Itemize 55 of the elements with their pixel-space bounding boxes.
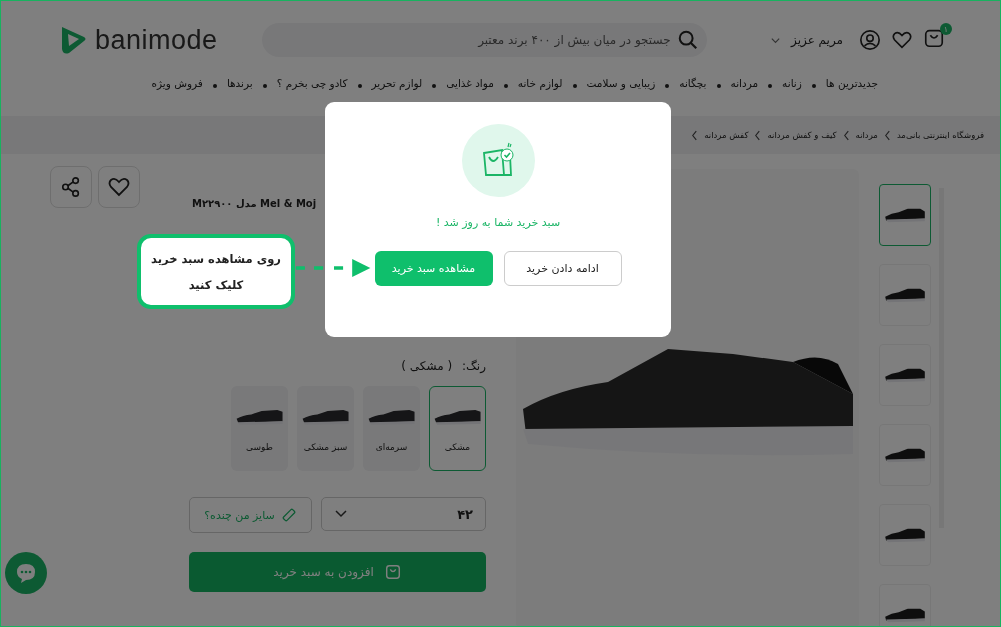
size-select[interactable]: ۴۲ [321, 497, 486, 531]
user-icon[interactable] [859, 29, 881, 51]
instruction-callout: روی مشاهده سبد خرید کلیک کنید [137, 234, 295, 309]
continue-shopping-button[interactable]: ادامه دادن خرید [503, 251, 622, 286]
search-field[interactable]: جستجو در میان بیش از ۴۰۰ برند معتبر [261, 23, 707, 57]
user-menu[interactable]: مریم عزیز [770, 33, 843, 47]
nav-link[interactable]: کادو چی بخرم ؟ [276, 77, 348, 89]
color-value: ( مشکی ) [401, 359, 453, 373]
heart-icon[interactable] [891, 29, 913, 51]
product-title: Mel & Moj مدل M۲۲۹۰۰ [192, 198, 317, 209]
chevron-down-icon [334, 509, 348, 519]
chevron-left-icon [883, 129, 891, 141]
bag-icon [383, 563, 402, 581]
breadcrumb-link[interactable]: کیف و کفش مردانه [767, 130, 837, 140]
nav-link[interactable]: جدیدترین ها [825, 77, 878, 89]
nav-link[interactable]: مواد غذایی [446, 77, 494, 89]
cart-icon[interactable] [923, 27, 945, 49]
color-option[interactable]: سبز مشکی [297, 386, 354, 471]
search-icon[interactable] [676, 29, 699, 51]
chevron-left-icon [691, 129, 699, 141]
shoe-thumbnail [882, 366, 928, 384]
share-icon [60, 176, 82, 198]
color-option[interactable]: طوسی [231, 386, 288, 471]
nav-link[interactable]: زیبایی و سلامت [586, 77, 656, 89]
shoe-thumbnail [882, 286, 928, 304]
chat-bubble-icon [14, 561, 38, 585]
nav-link[interactable]: زنانه [782, 77, 802, 89]
share-button[interactable] [50, 166, 92, 208]
banimode-logo[interactable]: banimode [57, 24, 218, 56]
nav-link[interactable]: لوازم تحریر [371, 77, 423, 89]
color-label: رنگ: [462, 359, 486, 373]
shoe-thumbnail [882, 526, 928, 544]
nav-link[interactable]: لوازم خانه [517, 77, 563, 89]
heart-icon [107, 175, 131, 199]
breadcrumb-link[interactable]: فروشگاه اینترنتی بانی‌مد [896, 130, 984, 140]
favorite-button[interactable] [98, 166, 140, 208]
logo-text: banimode [95, 24, 218, 56]
chevron-left-icon [842, 129, 850, 141]
shoe-thumbnail [882, 606, 928, 624]
breadcrumb-link[interactable]: کفش مردانه [704, 130, 749, 140]
thumbnail[interactable] [879, 184, 931, 246]
nav-link[interactable]: بچگانه [679, 77, 707, 89]
ruler-icon [280, 507, 297, 523]
cart-count-badge: ۱ [940, 23, 952, 35]
nav-link[interactable]: مردانه [730, 77, 759, 89]
shoe-thumbnail [882, 206, 928, 224]
nav-link[interactable]: برندها [226, 77, 253, 89]
chevron-left-icon [754, 129, 762, 141]
cart-updated-message: سبد خرید شما به روز شد ! [435, 216, 561, 229]
nav-link[interactable]: فروش ویژه [151, 77, 203, 89]
breadcrumb-link[interactable]: مردانه [855, 130, 878, 140]
view-cart-button[interactable]: مشاهده سبد خرید [374, 251, 493, 286]
color-option[interactable]: سرمه‌ای [363, 386, 420, 471]
color-option[interactable]: مشکی [429, 386, 486, 471]
shoe-thumbnail [882, 446, 928, 464]
